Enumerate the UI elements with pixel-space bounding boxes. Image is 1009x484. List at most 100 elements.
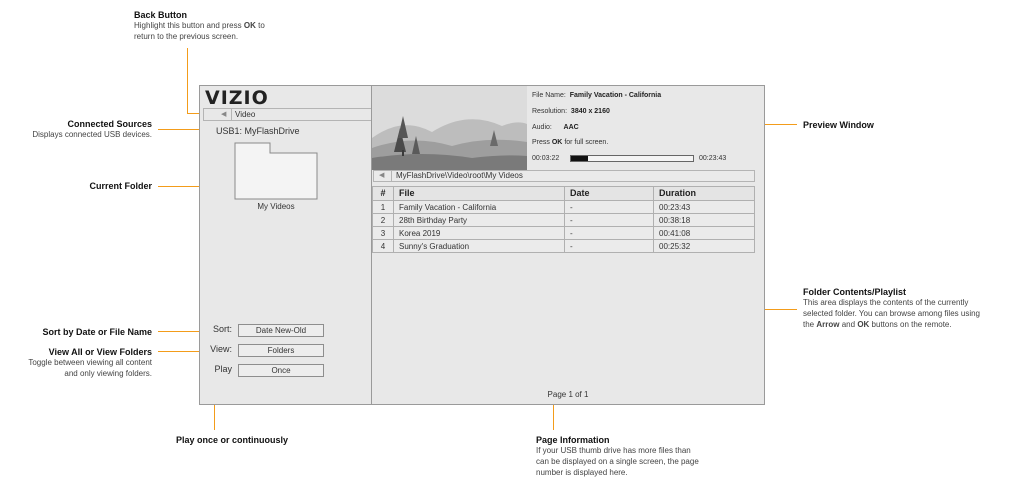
tv-screen: VIZIO ◀ Video USB1: MyFlashDrive My Vide… xyxy=(199,85,765,405)
row-date: - xyxy=(564,239,654,253)
row-file: Family Vacation - California xyxy=(393,200,565,214)
audio-info: Audio: AAC xyxy=(532,124,579,131)
fullscreen-text: for full screen. xyxy=(564,139,609,146)
fullscreen-hint: Press OK for full screen. xyxy=(532,139,608,146)
page-info-callout: Page Information If your USB thumb drive… xyxy=(536,435,699,478)
path-back-arrow-icon: ◀ xyxy=(379,172,385,179)
row-duration: 00:23:43 xyxy=(653,200,755,214)
view-control: View: Folders xyxy=(200,344,371,358)
time-total: 00:23:43 xyxy=(699,155,727,162)
callout-desc: the Arrow and OK buttons on the remote. xyxy=(803,319,980,330)
folder-path-bar[interactable]: ◀ MyFlashDrive\Video\root\My Videos xyxy=(373,170,755,182)
callout-desc-text: to xyxy=(258,21,265,30)
callout-title: Folder Contents/Playlist xyxy=(803,287,907,297)
play-control: Play Once xyxy=(200,364,371,378)
sort-callout: Sort by Date or File Name xyxy=(0,327,152,337)
fullscreen-text: Press xyxy=(532,139,550,146)
callout-title: Connected Sources xyxy=(67,119,152,129)
callout-title: Preview Window xyxy=(803,120,874,130)
folder-icon[interactable] xyxy=(234,142,318,200)
table-header-row: # File Date Duration xyxy=(372,186,755,201)
callout-title: Back Button xyxy=(134,10,188,20)
sort-control: Sort: Date New-Old xyxy=(200,324,371,338)
callout-title: Current Folder xyxy=(89,181,152,191)
row-duration: 00:41:08 xyxy=(653,226,755,240)
back-arrow-icon: ◀ xyxy=(221,111,227,118)
play-button[interactable]: Once xyxy=(238,364,324,377)
callout-title: View All or View Folders xyxy=(48,347,152,357)
view-leader xyxy=(158,351,204,352)
file-name-value: Family Vacation - California xyxy=(569,92,662,99)
resolution-info: Resolution: 3840 x 2160 xyxy=(532,108,610,115)
callout-desc: number is displayed here. xyxy=(536,468,628,477)
audio-value: AAC xyxy=(563,124,579,131)
row-number: 3 xyxy=(372,226,394,240)
callout-desc-text: Highlight this button and press xyxy=(134,21,242,30)
vizio-logo: VIZIO xyxy=(205,87,269,109)
header-date: Date xyxy=(564,186,654,201)
callout-title: Play once or continuously xyxy=(176,435,289,445)
current-folder-callout: Current Folder xyxy=(0,181,152,191)
row-date: - xyxy=(564,200,654,214)
page-info: Page 1 of 1 xyxy=(547,390,589,399)
callout-desc: can be displayed on a single screen, the… xyxy=(536,457,699,466)
folder-path: MyFlashDrive\Video\root\My Videos xyxy=(396,171,523,180)
back-button-callout: Back Button Highlight this button and pr… xyxy=(134,10,265,42)
callout-title: Page Information xyxy=(536,435,610,445)
arrow-emphasis: Arrow xyxy=(816,320,840,329)
landscape-thumbnail-icon xyxy=(372,86,527,170)
ok-emphasis: OK xyxy=(551,139,563,146)
table-row[interactable]: 4 Sunny's Graduation - 00:25:32 xyxy=(372,239,755,253)
content-panel: File Name: Family Vacation - California … xyxy=(372,86,764,404)
callout-desc: This area displays the contents of the c… xyxy=(803,298,969,307)
row-number: 1 xyxy=(372,200,394,214)
page-info-leader xyxy=(553,402,554,430)
audio-label: Audio: xyxy=(532,124,552,131)
callout-desc: and only viewing folders. xyxy=(64,369,152,378)
back-separator xyxy=(231,109,232,120)
file-table: # File Date Duration 1 Family Vacation -… xyxy=(372,186,755,253)
sort-leader xyxy=(158,331,204,332)
folder-contents-callout: Folder Contents/Playlist This area displ… xyxy=(803,287,980,330)
callout-desc: return to the previous screen. xyxy=(134,32,239,41)
sort-button[interactable]: Date New-Old xyxy=(238,324,324,337)
file-name-info: File Name: Family Vacation - California xyxy=(532,92,661,99)
callout-desc-text: buttons on the remote. xyxy=(871,320,952,329)
folder-label: My Videos xyxy=(257,202,295,211)
sources-panel: VIZIO ◀ Video USB1: MyFlashDrive My Vide… xyxy=(200,86,372,404)
resolution-value: 3840 x 2160 xyxy=(570,108,610,115)
progress-fill xyxy=(571,156,588,161)
row-duration: 00:25:32 xyxy=(653,239,755,253)
header-number: # xyxy=(372,186,394,201)
progress-bar[interactable] xyxy=(570,155,694,162)
callout-desc: Highlight this button and press OK to xyxy=(134,20,265,31)
back-button-label: Video xyxy=(235,110,256,119)
header-file: File xyxy=(393,186,565,201)
table-row[interactable]: 2 28th Birthday Party - 00:38:18 xyxy=(372,213,755,227)
row-file: Korea 2019 xyxy=(393,226,565,240)
callout-title: Sort by Date or File Name xyxy=(42,327,152,337)
play-label: Play xyxy=(214,364,232,374)
ok-emphasis: OK xyxy=(857,320,870,329)
view-label: View: xyxy=(210,344,232,354)
row-date: - xyxy=(564,226,654,240)
row-file: Sunny's Graduation xyxy=(393,239,565,253)
usb-source[interactable]: USB1: MyFlashDrive xyxy=(216,126,300,136)
callout-desc: If your USB thumb drive has more files t… xyxy=(536,446,691,455)
connected-sources-callout: Connected Sources Displays connected USB… xyxy=(0,119,152,140)
row-duration: 00:38:18 xyxy=(653,213,755,227)
view-button[interactable]: Folders xyxy=(238,344,324,357)
file-name-label: File Name: xyxy=(532,92,566,99)
table-row[interactable]: 1 Family Vacation - California - 00:23:4… xyxy=(372,200,755,214)
row-date: - xyxy=(564,213,654,227)
view-callout: View All or View Folders Toggle between … xyxy=(0,347,152,379)
back-button[interactable]: ◀ Video xyxy=(203,108,371,121)
preview-window[interactable] xyxy=(372,86,527,170)
header-duration: Duration xyxy=(653,186,755,201)
play-callout: Play once or continuously xyxy=(176,435,288,445)
callout-desc: Displays connected USB devices. xyxy=(32,130,152,139)
resolution-label: Resolution: xyxy=(532,108,568,115)
path-separator xyxy=(391,171,392,181)
ok-emphasis: OK xyxy=(243,21,256,30)
table-row[interactable]: 3 Korea 2019 - 00:41:08 xyxy=(372,226,755,240)
